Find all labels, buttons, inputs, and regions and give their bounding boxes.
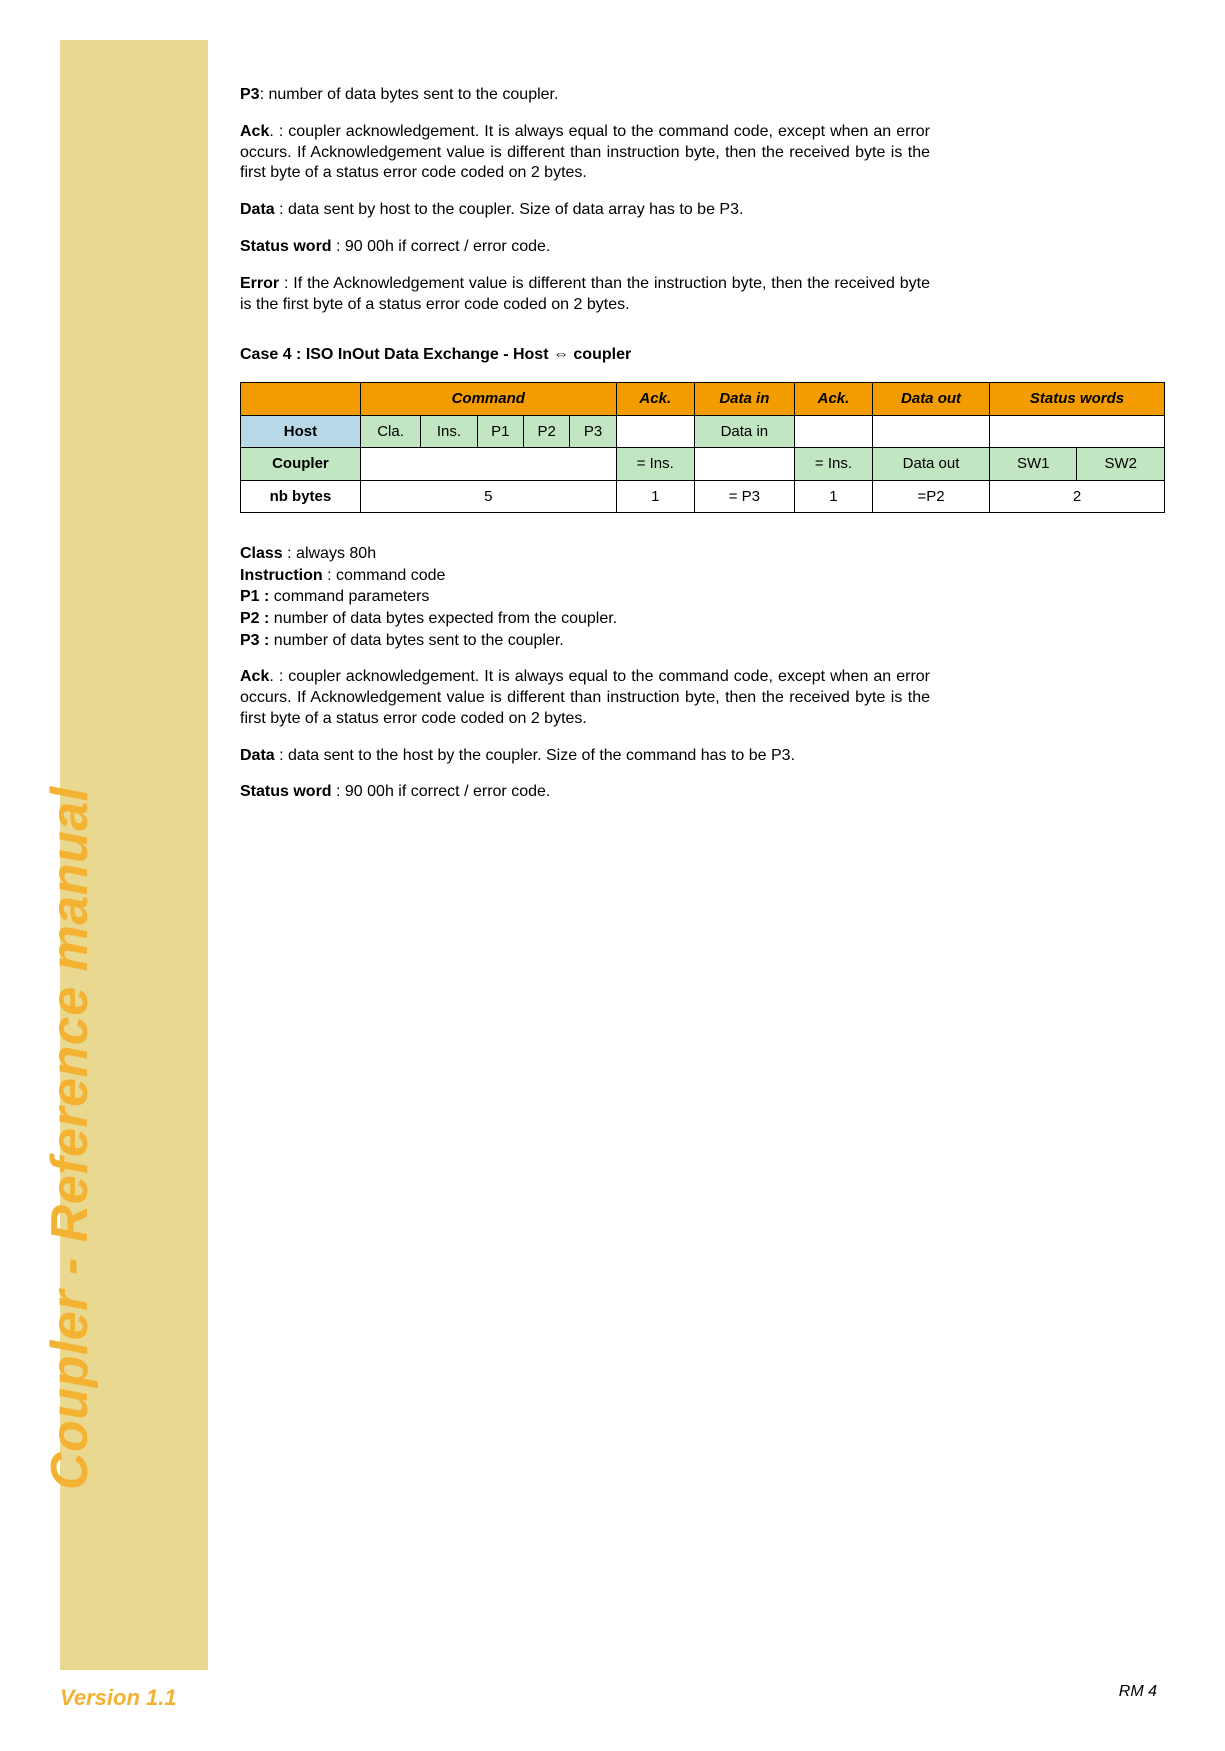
- page-number: RM 4: [1119, 1683, 1157, 1701]
- cell-nb-5: 5: [360, 480, 616, 513]
- cell-p1: P1: [477, 415, 523, 448]
- ack-label-2: Ack: [240, 668, 269, 685]
- def-p1: P1 : command parameters: [240, 586, 930, 608]
- sidebar-version: Version 1.1: [60, 1685, 177, 1711]
- cell-p3: P3: [570, 415, 616, 448]
- ack-text: . : coupler acknowledgement. It is alway…: [240, 123, 930, 182]
- data-text: : data sent by host to the coupler. Size…: [275, 201, 744, 218]
- sidebar-band: Coupler - Reference manual: [60, 40, 208, 1670]
- p3-paragraph: P3: number of data bytes sent to the cou…: [240, 85, 930, 106]
- statusword-text-2: : 90 00h if correct / error code.: [332, 783, 551, 800]
- data-label-2: Data: [240, 747, 275, 764]
- cell-host-ack2: [794, 415, 872, 448]
- table-header-row: Command Ack. Data in Ack. Data out Statu…: [241, 383, 1165, 416]
- error-paragraph: Error : If the Acknowledgement value is …: [240, 274, 930, 316]
- header-datain: Data in: [694, 383, 794, 416]
- sidebar-title: Coupler - Reference manual: [40, 786, 100, 1490]
- ack-text-2: . : coupler acknowledgement. It is alway…: [240, 668, 930, 727]
- cell-host-status: [990, 415, 1165, 448]
- table-nbbytes-row: nb bytes 5 1 = P3 1 =P2 2: [241, 480, 1165, 513]
- data-paragraph-2: Data : data sent to the host by the coup…: [240, 746, 930, 767]
- cell-nb-2: 2: [990, 480, 1165, 513]
- cell-coupler-sw2: SW2: [1077, 448, 1165, 481]
- def-instruction-label: Instruction: [240, 567, 323, 584]
- row-coupler-label: Coupler: [241, 448, 361, 481]
- def-p3-text: number of data bytes sent to the coupler…: [269, 632, 563, 649]
- header-blank: [241, 383, 361, 416]
- cell-coupler-datain: [694, 448, 794, 481]
- definitions-block: Class : always 80h Instruction : command…: [240, 543, 930, 651]
- cell-nb-1a: 1: [616, 480, 694, 513]
- def-class: Class : always 80h: [240, 543, 930, 565]
- def-p2-text: number of data bytes expected from the c…: [269, 610, 617, 627]
- page-root: Coupler - Reference manual Version 1.1 P…: [0, 0, 1225, 1751]
- table-host-row: Host Cla. Ins. P1 P2 P3 Data in: [241, 415, 1165, 448]
- cell-coupler-ack2: = Ins.: [794, 448, 872, 481]
- row-host-label: Host: [241, 415, 361, 448]
- cell-host-dataout: [873, 415, 990, 448]
- case-heading: Case 4 : ISO InOut Data Exchange - Host …: [240, 345, 930, 366]
- def-p3: P3 : number of data bytes sent to the co…: [240, 630, 930, 652]
- cell-coupler-ack1: = Ins.: [616, 448, 694, 481]
- cell-ins: Ins.: [421, 415, 477, 448]
- statusword-label-2: Status word: [240, 783, 332, 800]
- cell-cla: Cla.: [360, 415, 420, 448]
- p3-label: P3: [240, 86, 260, 103]
- cell-nb-eqp2: =P2: [873, 480, 990, 513]
- header-statuswords: Status words: [990, 383, 1165, 416]
- header-command: Command: [360, 383, 616, 416]
- def-p2: P2 : number of data bytes expected from …: [240, 608, 930, 630]
- header-ack1: Ack.: [616, 383, 694, 416]
- p3-text: : number of data bytes sent to the coupl…: [260, 86, 559, 103]
- def-instruction: Instruction : command code: [240, 565, 930, 587]
- statusword-paragraph: Status word : 90 00h if correct / error …: [240, 237, 930, 258]
- cell-host-datain: Data in: [694, 415, 794, 448]
- header-ack2: Ack.: [794, 383, 872, 416]
- cell-host-ack1: [616, 415, 694, 448]
- def-p2-label: P2 :: [240, 610, 269, 627]
- cell-nb-1b: 1: [794, 480, 872, 513]
- row-nbbytes-label: nb bytes: [241, 480, 361, 513]
- cell-nb-eqp3: = P3: [694, 480, 794, 513]
- def-p1-text: command parameters: [269, 588, 429, 605]
- statusword-paragraph-2: Status word : 90 00h if correct / error …: [240, 782, 930, 803]
- cell-coupler-command: [360, 448, 616, 481]
- data-label: Data: [240, 201, 275, 218]
- data-paragraph: Data : data sent by host to the coupler.…: [240, 200, 930, 221]
- table-coupler-row: Coupler = Ins. = Ins. Data out SW1 SW2: [241, 448, 1165, 481]
- cell-coupler-dataout: Data out: [873, 448, 990, 481]
- def-instruction-text: : command code: [323, 567, 446, 584]
- ack-paragraph-2: Ack. : coupler acknowledgement. It is al…: [240, 667, 930, 729]
- main-content: P3: number of data bytes sent to the cou…: [240, 85, 930, 819]
- def-class-label: Class: [240, 545, 283, 562]
- error-text: : If the Acknowledgement value is differ…: [240, 275, 930, 313]
- statusword-label: Status word: [240, 238, 332, 255]
- def-class-text: : always 80h: [283, 545, 376, 562]
- cell-coupler-sw1: SW1: [990, 448, 1077, 481]
- cell-p2: P2: [523, 415, 569, 448]
- exchange-table: Command Ack. Data in Ack. Data out Statu…: [240, 382, 1165, 513]
- def-p1-label: P1 :: [240, 588, 269, 605]
- statusword-text: : 90 00h if correct / error code.: [332, 238, 551, 255]
- ack-paragraph: Ack. : coupler acknowledgement. It is al…: [240, 122, 930, 184]
- ack-label: Ack: [240, 123, 269, 140]
- def-p3-label: P3 :: [240, 632, 269, 649]
- header-dataout: Data out: [873, 383, 990, 416]
- data-text-2: : data sent to the host by the coupler. …: [275, 747, 795, 764]
- error-label: Error: [240, 275, 279, 292]
